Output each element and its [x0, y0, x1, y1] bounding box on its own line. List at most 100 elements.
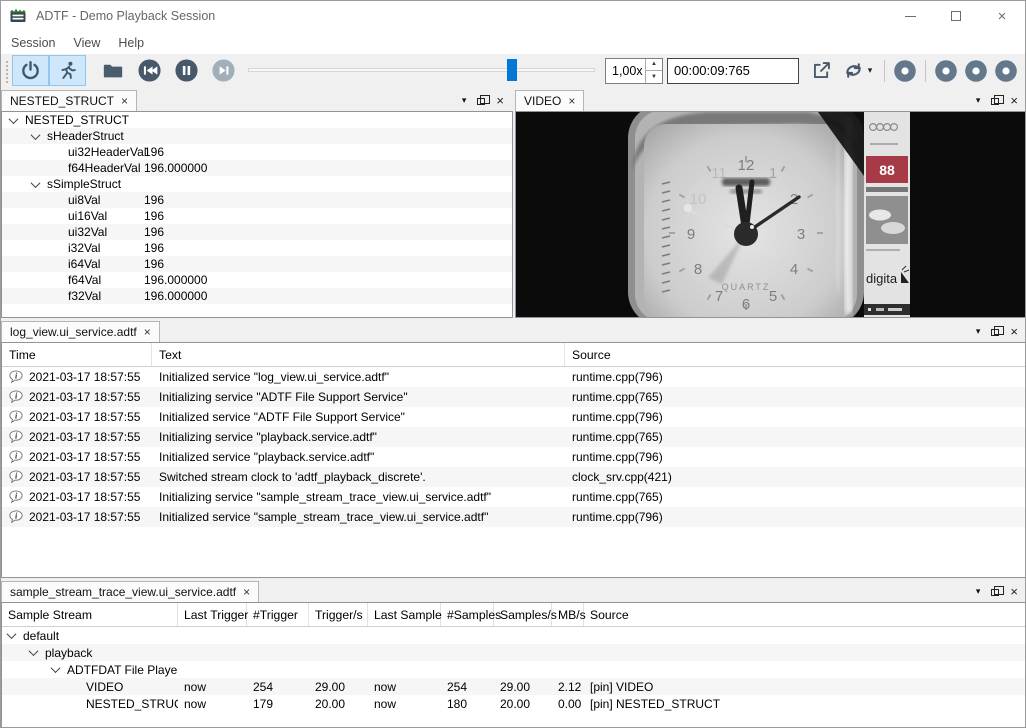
- tab-log-view[interactable]: log_view.ui_service.adtf ×: [1, 321, 160, 342]
- panel-menu-caret-icon[interactable]: ▾: [462, 95, 467, 106]
- menu-session[interactable]: Session: [2, 34, 64, 52]
- log-row[interactable]: i2021-03-17 18:57:55 Initialized service…: [2, 507, 1026, 527]
- column-header-time[interactable]: Time: [2, 343, 152, 366]
- chevron-down-icon[interactable]: [7, 629, 17, 639]
- panel-float-icon[interactable]: [991, 98, 999, 105]
- folder-icon: [102, 60, 124, 82]
- slider-groove[interactable]: [248, 68, 595, 72]
- panel-float-icon[interactable]: [991, 589, 999, 596]
- tree-row[interactable]: ui16Val196: [2, 208, 512, 224]
- panel-float-icon[interactable]: [991, 329, 999, 336]
- tree-row[interactable]: ui32HeaderVal196: [2, 144, 512, 160]
- column-header-source[interactable]: Source: [584, 603, 1026, 626]
- tree-row[interactable]: ui32Val196: [2, 224, 512, 240]
- menu-help[interactable]: Help: [109, 34, 153, 52]
- column-header-last-sample[interactable]: Last Sample: [368, 603, 441, 626]
- tree-row[interactable]: ui8Val196: [2, 192, 512, 208]
- column-header-text[interactable]: Text: [152, 343, 565, 366]
- playback-time-field[interactable]: [667, 58, 799, 84]
- pause-button[interactable]: [168, 55, 205, 86]
- trace-row[interactable]: playback: [2, 644, 1026, 661]
- tab-close-icon[interactable]: ×: [144, 326, 151, 338]
- column-header-samples-per-s[interactable]: Samples/s: [494, 603, 552, 626]
- minimize-button[interactable]: [887, 1, 933, 31]
- log-row[interactable]: i2021-03-17 18:57:55 Initialized service…: [2, 447, 1026, 467]
- speed-input[interactable]: [606, 59, 645, 83]
- log-row[interactable]: i2021-03-17 18:57:55 Initialized service…: [2, 407, 1026, 427]
- log-row[interactable]: i2021-03-17 18:57:55 Initializing servic…: [2, 427, 1026, 447]
- loop-dropdown-caret-icon[interactable]: ▾: [868, 65, 873, 76]
- log-panel: log_view.ui_service.adtf × ▾ × Time Text…: [1, 320, 1026, 578]
- panel-close-icon[interactable]: ×: [1010, 585, 1018, 598]
- loop-mode-button[interactable]: ▾: [835, 55, 879, 86]
- column-header-trigger-per-s[interactable]: Trigger/s: [309, 603, 368, 626]
- video-clock-image: 12 1 2 3 4 5 6 7 8 9 10 11: [516, 112, 1026, 318]
- column-header-last-trigger[interactable]: Last Trigger: [178, 603, 247, 626]
- tree-row[interactable]: f64HeaderVal196.000000: [2, 160, 512, 176]
- tree-row[interactable]: f32Val196.000000: [2, 288, 512, 304]
- tab-label: sample_stream_trace_view.ui_service.adtf: [10, 585, 236, 599]
- toolbar-drag-handle[interactable]: [4, 59, 9, 83]
- step-forward-button-disabled[interactable]: [205, 55, 242, 86]
- menu-view[interactable]: View: [64, 34, 109, 52]
- log-row[interactable]: i2021-03-17 18:57:55 Initialized service…: [2, 367, 1026, 387]
- app-window: ADTF - Demo Playback Session × Session V…: [0, 0, 1026, 728]
- trace-row[interactable]: ADTFDAT File Player: [2, 661, 1026, 678]
- panel-menu-caret-icon[interactable]: ▾: [976, 586, 981, 597]
- tab-close-icon[interactable]: ×: [568, 95, 575, 107]
- spin-down-button[interactable]: ▼: [646, 71, 662, 83]
- tab-nested-struct[interactable]: NESTED_STRUCT ×: [1, 90, 137, 111]
- log-tabbar: log_view.ui_service.adtf × ▾ ×: [1, 320, 1026, 342]
- detach-window-button[interactable]: [807, 55, 835, 86]
- tree-row[interactable]: sHeaderStruct: [2, 128, 512, 144]
- power-toggle-button[interactable]: [12, 55, 49, 86]
- column-header-mb-per-s[interactable]: MB/s: [552, 603, 584, 626]
- column-header-sample-stream[interactable]: Sample Stream: [2, 603, 178, 626]
- spin-up-button[interactable]: ▲: [646, 59, 662, 72]
- panel-menu-caret-icon[interactable]: ▾: [976, 326, 981, 337]
- maximize-button[interactable]: [933, 1, 979, 31]
- tree-row[interactable]: NESTED_STRUCT: [2, 112, 512, 128]
- record-button-2[interactable]: [931, 55, 961, 86]
- chevron-down-icon[interactable]: [31, 178, 41, 188]
- trace-row[interactable]: NESTED_STRUCT now 179 20.00 now 180 20.0…: [2, 695, 1026, 712]
- tab-close-icon[interactable]: ×: [243, 586, 250, 598]
- nested-struct-panel: NESTED_STRUCT × ▾ × NESTED_STRUCT sHeade…: [1, 89, 513, 318]
- column-header-num-samples[interactable]: #Samples: [441, 603, 494, 626]
- record-button-3[interactable]: [961, 55, 991, 86]
- run-session-button[interactable]: [49, 55, 86, 86]
- close-button[interactable]: ×: [979, 1, 1025, 31]
- tree-row[interactable]: i32Val196: [2, 240, 512, 256]
- chevron-down-icon[interactable]: [51, 663, 61, 673]
- tree-row[interactable]: sSimpleStruct: [2, 176, 512, 192]
- chevron-down-icon[interactable]: [9, 114, 19, 124]
- panel-menu-caret-icon[interactable]: ▾: [976, 95, 981, 106]
- record-button-4[interactable]: [991, 55, 1021, 86]
- panel-float-icon[interactable]: [477, 98, 485, 105]
- trace-row[interactable]: VIDEO now 254 29.00 now 254 29.00 2.12 […: [2, 678, 1026, 695]
- tab-close-icon[interactable]: ×: [121, 95, 128, 107]
- panel-close-icon[interactable]: ×: [496, 94, 504, 107]
- column-header-source[interactable]: Source: [565, 343, 1026, 366]
- trace-row[interactable]: default: [2, 627, 1026, 644]
- log-row[interactable]: i2021-03-17 18:57:55 Initializing servic…: [2, 487, 1026, 507]
- tab-sample-stream-trace[interactable]: sample_stream_trace_view.ui_service.adtf…: [1, 581, 259, 602]
- rewind-to-start-button[interactable]: [131, 55, 168, 86]
- panel-close-icon[interactable]: ×: [1010, 94, 1018, 107]
- log-row[interactable]: i2021-03-17 18:57:55 Initializing servic…: [2, 387, 1026, 407]
- playback-position-slider[interactable]: [248, 55, 595, 86]
- tree-row[interactable]: f64Val196.000000: [2, 272, 512, 288]
- chevron-down-icon[interactable]: [31, 130, 41, 140]
- panel-close-icon[interactable]: ×: [1010, 325, 1018, 338]
- tab-video[interactable]: VIDEO ×: [515, 90, 584, 111]
- chevron-down-icon[interactable]: [29, 646, 39, 656]
- tree-row[interactable]: i64Val196: [2, 256, 512, 272]
- column-header-num-trigger[interactable]: #Trigger: [247, 603, 309, 626]
- log-row[interactable]: i2021-03-17 18:57:55 Switched stream clo…: [2, 467, 1026, 487]
- open-file-button[interactable]: [94, 55, 131, 86]
- slider-handle[interactable]: [507, 59, 517, 81]
- info-icon: i: [9, 510, 23, 524]
- record-button-1[interactable]: [890, 55, 920, 86]
- brochure-badge: 88: [879, 162, 895, 178]
- log-table: Time Text Source i2021-03-17 18:57:55 In…: [1, 342, 1026, 578]
